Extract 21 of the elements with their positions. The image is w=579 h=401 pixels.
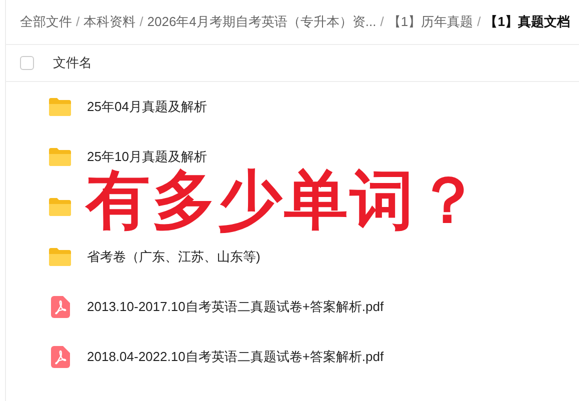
breadcrumb-separator: / bbox=[140, 13, 144, 32]
breadcrumb-link[interactable]: 本科资料 bbox=[84, 12, 136, 32]
folder-icon bbox=[48, 197, 72, 217]
pdf-icon bbox=[50, 346, 70, 368]
breadcrumb-separator: / bbox=[76, 13, 80, 32]
breadcrumb-separator: / bbox=[477, 13, 481, 32]
file-name[interactable]: 2013.10-2017.10自考英语二真题试卷+答案解析.pdf bbox=[87, 297, 384, 317]
column-header: 文件名 bbox=[53, 54, 92, 72]
folder-name[interactable]: 25年04月真题及解析 bbox=[87, 97, 207, 117]
select-all-checkbox[interactable] bbox=[20, 56, 34, 70]
folder-name[interactable]: 省考卷（广东、江苏、山东等) bbox=[87, 247, 260, 267]
breadcrumb-separator: / bbox=[380, 13, 384, 32]
breadcrumb-current: 【1】真题文档 bbox=[484, 13, 570, 32]
breadcrumb-link[interactable]: 【1】历年真题 bbox=[388, 12, 474, 32]
breadcrumb-link[interactable]: 全部文件 bbox=[20, 12, 72, 32]
folder-icon bbox=[48, 247, 72, 267]
folder-icon bbox=[48, 97, 72, 117]
file-name[interactable]: 2018.04-2022.10自考英语二真题试卷+答案解析.pdf bbox=[87, 347, 384, 367]
pdf-icon bbox=[50, 296, 70, 318]
breadcrumb-link[interactable]: 2026年4月考期自考英语（专升本）资... bbox=[147, 12, 376, 32]
folder-icon bbox=[48, 147, 72, 167]
